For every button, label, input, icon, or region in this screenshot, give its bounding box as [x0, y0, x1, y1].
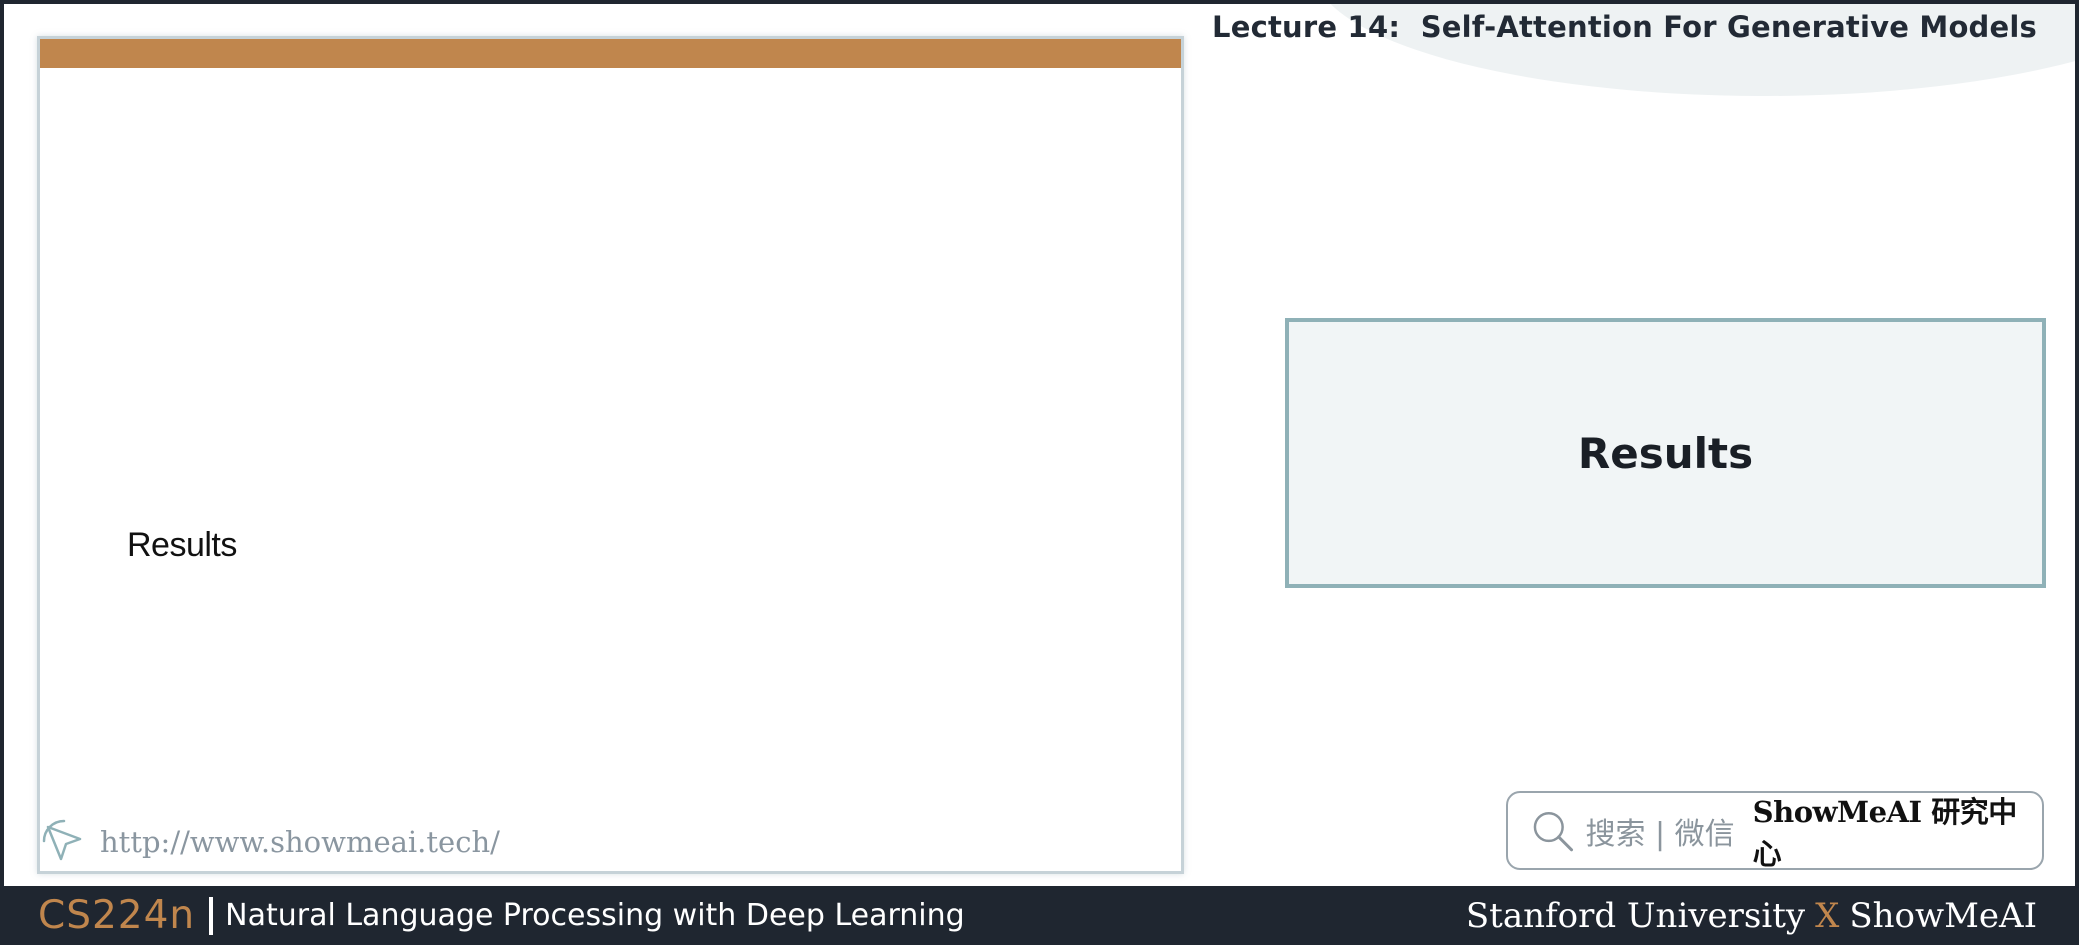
footer-divider — [209, 896, 214, 935]
org-showmeai: ShowMeAI — [1849, 895, 2037, 936]
pointer-cursor-icon — [42, 819, 82, 861]
footer-organizations: Stanford University X ShowMeAI — [1466, 896, 2037, 936]
slide-thumbnail: Results http://www.showmeai.tech/ — [37, 36, 1184, 874]
course-code: CS224n — [38, 893, 196, 938]
org-separator: X — [1815, 895, 1840, 936]
lecture-title: Lecture 14: Self-Attention For Generativ… — [1212, 10, 2037, 44]
results-panel: Results — [1285, 318, 2046, 588]
url-row[interactable]: http://www.showmeai.tech/ — [40, 817, 500, 867]
slide-heading: Results — [127, 526, 237, 564]
slide-top-bar — [40, 39, 1181, 68]
org-stanford: Stanford University — [1465, 895, 1806, 936]
search-brand: ShowMeAI 研究中心 — [1752, 794, 2018, 871]
search-icon — [1533, 811, 1574, 851]
footer-bar: CS224n Natural Language Processing with … — [0, 886, 2079, 945]
search-badge[interactable]: 搜索 | 微信 ShowMeAI 研究中心 — [1506, 791, 2044, 871]
website-link[interactable]: http://www.showmeai.tech/ — [100, 825, 500, 859]
results-label: Results — [1577, 428, 1754, 478]
search-hint: 搜索 | 微信 — [1585, 816, 1735, 852]
lecture-canvas: Lecture 14: Self-Attention For Generativ… — [4, 4, 2075, 886]
course-name: Natural Language Processing with Deep Le… — [225, 898, 965, 933]
